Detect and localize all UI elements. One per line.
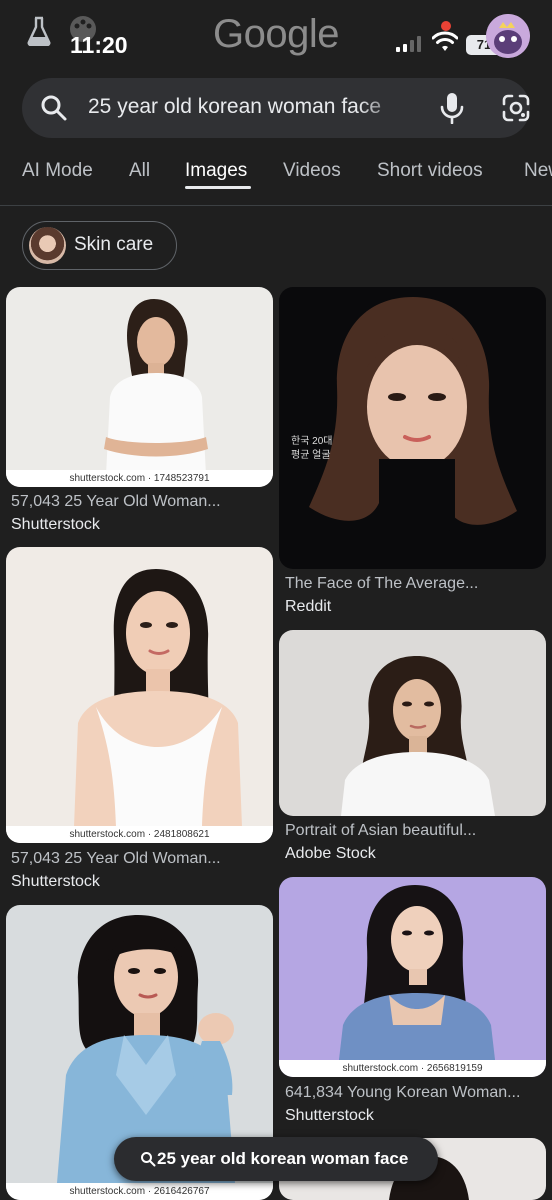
result-source[interactable]: Adobe Stock xyxy=(285,845,376,863)
photo-average-face xyxy=(279,287,546,569)
wifi-icon xyxy=(432,31,458,51)
result-source[interactable]: Reddit xyxy=(285,598,331,616)
result-source[interactable]: Shutterstock xyxy=(11,873,100,891)
tab-ai-mode[interactable]: AI Mode xyxy=(22,160,93,182)
avatar[interactable] xyxy=(486,14,530,58)
result-title[interactable]: 57,043 25 Year Old Woman... xyxy=(11,493,221,511)
result-source[interactable]: Shutterstock xyxy=(11,516,100,534)
tab-short-videos[interactable]: Short videos xyxy=(377,160,483,182)
chip-thumbnail xyxy=(29,227,66,264)
image-overlay-text: 한국 20대 평균 얼굴 xyxy=(291,436,333,461)
chip-label: Skin care xyxy=(74,234,154,255)
watermark: shutterstock.com · 2481808621 xyxy=(6,826,273,843)
result-image-2[interactable]: 한국 20대 평균 얼굴 xyxy=(279,287,546,569)
result-title[interactable]: The Face of The Average... xyxy=(285,575,478,593)
search-icon[interactable] xyxy=(40,94,68,122)
signal-icon xyxy=(396,36,421,52)
tab-videos[interactable]: Videos xyxy=(283,160,341,182)
search-icon xyxy=(141,1152,156,1167)
active-tab-indicator xyxy=(185,186,251,189)
photo-asian-portrait xyxy=(279,630,546,816)
status-bar: 11:20 Google 71 xyxy=(0,0,552,70)
lens-icon[interactable] xyxy=(502,94,530,122)
floating-query-text: 25 year old korean woman face xyxy=(157,1149,409,1168)
result-title[interactable]: 641,834 Young Korean Woman... xyxy=(285,1084,520,1102)
photo-woman-white-tank xyxy=(6,547,273,843)
watermark: shutterstock.com · 1748523791 xyxy=(6,470,273,487)
photo-woman-arms-crossed xyxy=(6,287,273,487)
result-image-3[interactable]: shutterstock.com · 2481808621 xyxy=(6,547,273,843)
search-bar[interactable]: 25 year old korean woman face xyxy=(22,78,530,138)
search-tabs: AI Mode All Images Videos Short videos N… xyxy=(0,150,552,206)
tab-news[interactable]: News xyxy=(524,160,552,182)
result-title[interactable]: 57,043 25 Year Old Woman... xyxy=(11,850,221,868)
chip-skin-care[interactable]: Skin care xyxy=(22,221,177,270)
tab-all[interactable]: All xyxy=(129,160,150,182)
mic-icon[interactable] xyxy=(438,92,466,124)
watermark: shutterstock.com · 2616426767 xyxy=(6,1183,273,1200)
watermark: shutterstock.com · 2656819159 xyxy=(279,1060,546,1077)
floating-query-pill[interactable]: 25 year old korean woman face xyxy=(114,1137,438,1181)
result-title[interactable]: Portrait of Asian beautiful... xyxy=(285,822,476,840)
tab-images[interactable]: Images xyxy=(185,160,247,182)
result-source[interactable]: Shutterstock xyxy=(285,1107,374,1125)
result-image-6[interactable]: shutterstock.com · 2656819159 xyxy=(279,877,546,1077)
search-input[interactable]: 25 year old korean woman face xyxy=(88,95,406,119)
photo-woman-lavender-bg xyxy=(279,877,546,1077)
result-image-4[interactable] xyxy=(279,630,546,816)
result-image-1[interactable]: shutterstock.com · 1748523791 xyxy=(6,287,273,487)
